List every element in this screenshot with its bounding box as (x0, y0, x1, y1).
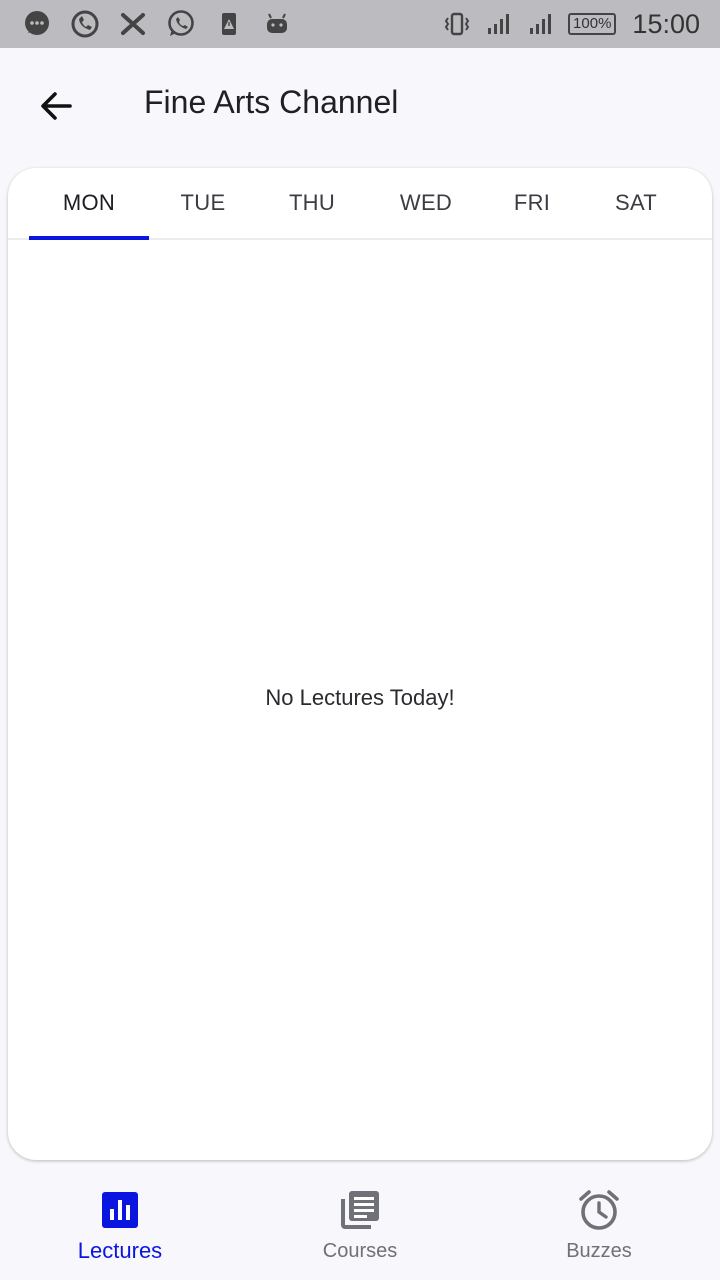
page-title: Fine Arts Channel (144, 84, 399, 120)
nav-courses[interactable]: Courses (270, 1168, 450, 1280)
tab-wed[interactable]: WED (367, 168, 485, 238)
x-icon (118, 9, 148, 39)
nav-label: Lectures (77, 1238, 163, 1263)
bottom-navigation: Lectures Courses Buzzes (0, 1168, 720, 1280)
day-tabs: MON TUE THU WED FRI SAT (8, 168, 712, 240)
alert-file-icon (214, 9, 244, 39)
status-time: 15:00 (632, 8, 700, 39)
vibrate-icon (442, 9, 472, 39)
nav-label: Buzzes (566, 1240, 632, 1262)
tab-tue[interactable]: TUE (149, 168, 257, 238)
whatsapp-icon (166, 9, 196, 39)
battery-indicator: 100% (568, 13, 617, 35)
alarm-icon (577, 1188, 621, 1232)
back-button[interactable] (30, 80, 82, 132)
android-icon (262, 9, 292, 39)
nav-label: Courses (322, 1240, 398, 1262)
tab-fri[interactable]: FRI (485, 168, 579, 238)
app-bar: Fine Arts Channel (0, 48, 720, 160)
nav-lectures[interactable]: Lectures (30, 1168, 210, 1280)
empty-state-message: No Lectures Today! (265, 685, 455, 710)
nav-buzzes[interactable]: Buzzes (509, 1168, 689, 1280)
signal-icon (484, 9, 514, 39)
bar-chart-icon (98, 1188, 142, 1232)
tab-indicator (29, 236, 149, 240)
status-bar: 100% 15:00 (0, 0, 720, 48)
messages-icon (22, 9, 52, 39)
tab-thu[interactable]: THU (257, 168, 367, 238)
library-icon (338, 1188, 382, 1232)
signal-icon (526, 9, 556, 39)
arrow-back-icon (41, 92, 72, 120)
tab-sat[interactable]: SAT (579, 168, 693, 238)
content-card: MON TUE THU WED FRI SAT No Lectures Toda… (8, 168, 712, 1160)
tab-mon[interactable]: MON (29, 168, 149, 238)
call-icon (70, 9, 100, 39)
